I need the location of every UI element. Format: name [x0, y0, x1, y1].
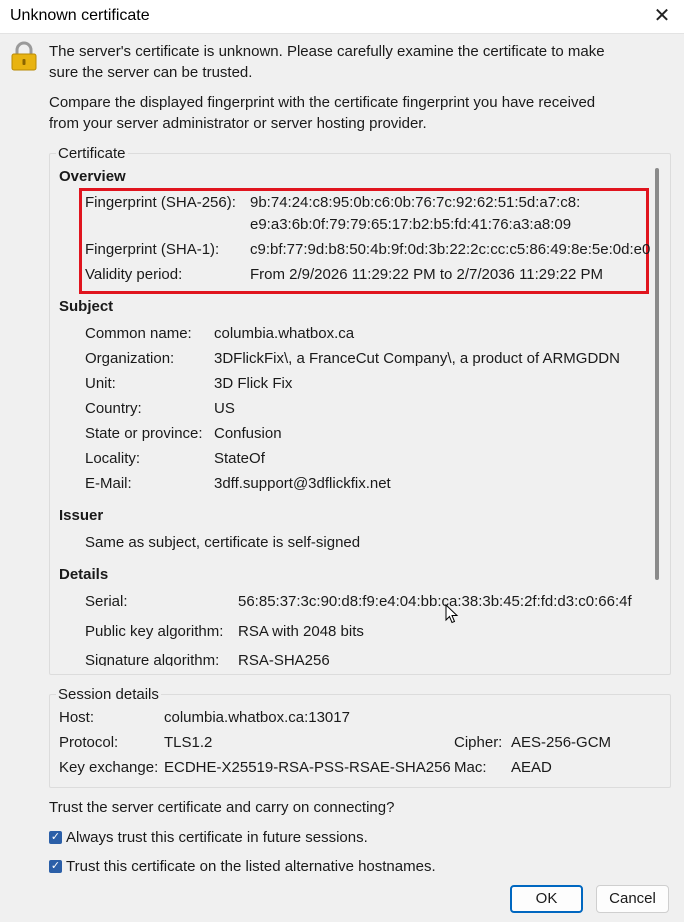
always-trust-label[interactable]: Always trust this certificate in future …: [66, 829, 368, 846]
mouse-cursor-icon: [445, 604, 459, 624]
always-trust-checkbox[interactable]: ✓: [49, 831, 62, 844]
sha256-value-line1: 9b:74:24:c8:95:0b:c6:0b:76:7c:92:62:51:5…: [250, 194, 581, 211]
protocol-value: TLS1.2: [164, 734, 213, 751]
details-heading: Details: [59, 566, 109, 583]
ok-button[interactable]: OK: [510, 885, 583, 913]
key-exchange-label: Key exchange:: [59, 759, 159, 776]
subject-row-label: Locality:: [85, 450, 141, 467]
sha256-label: Fingerprint (SHA-256):: [85, 194, 236, 211]
mac-label: Mac:: [454, 759, 487, 776]
intro-paragraph: The server's certificate is unknown. Ple…: [49, 41, 669, 83]
intro-line: The server's certificate is unknown. Ple…: [49, 43, 605, 60]
cipher-value: AES-256-GCM: [511, 734, 612, 751]
close-icon[interactable]: ✕: [640, 0, 684, 33]
validity-value: From 2/9/2026 11:29:22 PM to 2/7/2036 11…: [250, 266, 604, 283]
subject-row-value: Confusion: [214, 425, 282, 442]
issuer-heading: Issuer: [59, 507, 104, 524]
alt-hostnames-checkbox[interactable]: ✓: [49, 860, 62, 873]
issuer-text: Same as subject, certificate is self-sig…: [85, 534, 361, 551]
sha256-value-line2: e9:a3:6b:0f:79:79:65:17:b2:b5:fd:41:76:a…: [250, 216, 572, 233]
window-title: Unknown certificate: [10, 7, 150, 24]
subject-row-value: 3D Flick Fix: [214, 375, 293, 392]
title-bar: Unknown certificate ✕: [0, 0, 684, 34]
subject-row-value: 3dff.support@3dflickfix.net: [214, 475, 391, 492]
cipher-label: Cipher:: [454, 734, 503, 751]
certificate-scroll-area[interactable]: Overview Fingerprint (SHA-256): 9b:74:24…: [50, 164, 650, 666]
host-value: columbia.whatbox.ca:13017: [164, 709, 350, 726]
session-group-label: Session details: [56, 686, 161, 703]
sha1-label: Fingerprint (SHA-1):: [85, 241, 220, 258]
subject-row-label: Common name:: [85, 325, 192, 342]
certificate-scrollbar[interactable]: [655, 168, 659, 580]
serial-value: 56:85:37:3c:90:d8:f9:e4:04:bb:ca:38:3b:4…: [238, 593, 632, 610]
signature-label: Signature algorithm:: [85, 652, 220, 666]
subject-row-value: 3DFlickFix\, a FranceCut Company\, a pro…: [214, 350, 620, 367]
host-label: Host:: [59, 709, 95, 726]
subject-row-label: E-Mail:: [85, 475, 132, 492]
serial-label: Serial:: [85, 593, 128, 610]
certificate-group-label: Certificate: [56, 145, 128, 162]
subject-row-label: Unit:: [85, 375, 116, 392]
pubkey-value: RSA with 2048 bits: [238, 623, 364, 640]
intro-line: sure the server can be trusted.: [49, 64, 253, 81]
lock-icon: [11, 41, 37, 71]
subject-row-label: Country:: [85, 400, 142, 417]
alt-hostnames-label[interactable]: Trust this certificate on the listed alt…: [66, 858, 436, 875]
subject-heading: Subject: [59, 298, 114, 315]
compare-line: Compare the displayed fingerprint with t…: [49, 94, 596, 111]
cancel-button[interactable]: Cancel: [596, 885, 669, 913]
validity-label: Validity period:: [85, 266, 183, 283]
protocol-label: Protocol:: [59, 734, 119, 751]
pubkey-label: Public key algorithm:: [85, 623, 224, 640]
subject-row-value: columbia.whatbox.ca: [214, 325, 355, 342]
compare-paragraph: Compare the displayed fingerprint with t…: [49, 92, 669, 134]
compare-line: from your server administrator or server…: [49, 115, 427, 132]
subject-row-label: State or province:: [85, 425, 203, 442]
mac-value: AEAD: [511, 759, 552, 776]
sha1-value: c9:bf:77:9d:b8:50:4b:9f:0d:3b:22:2c:cc:c…: [250, 241, 650, 258]
trust-question: Trust the server certificate and carry o…: [49, 799, 395, 816]
subject-row-label: Organization:: [85, 350, 175, 367]
key-exchange-value: ECDHE-X25519-RSA-PSS-RSAE-SHA256: [164, 759, 451, 776]
signature-value: RSA-SHA256: [238, 652, 330, 666]
subject-row-value: US: [214, 400, 235, 417]
subject-row-value: StateOf: [214, 450, 265, 467]
overview-heading: Overview: [59, 168, 126, 185]
